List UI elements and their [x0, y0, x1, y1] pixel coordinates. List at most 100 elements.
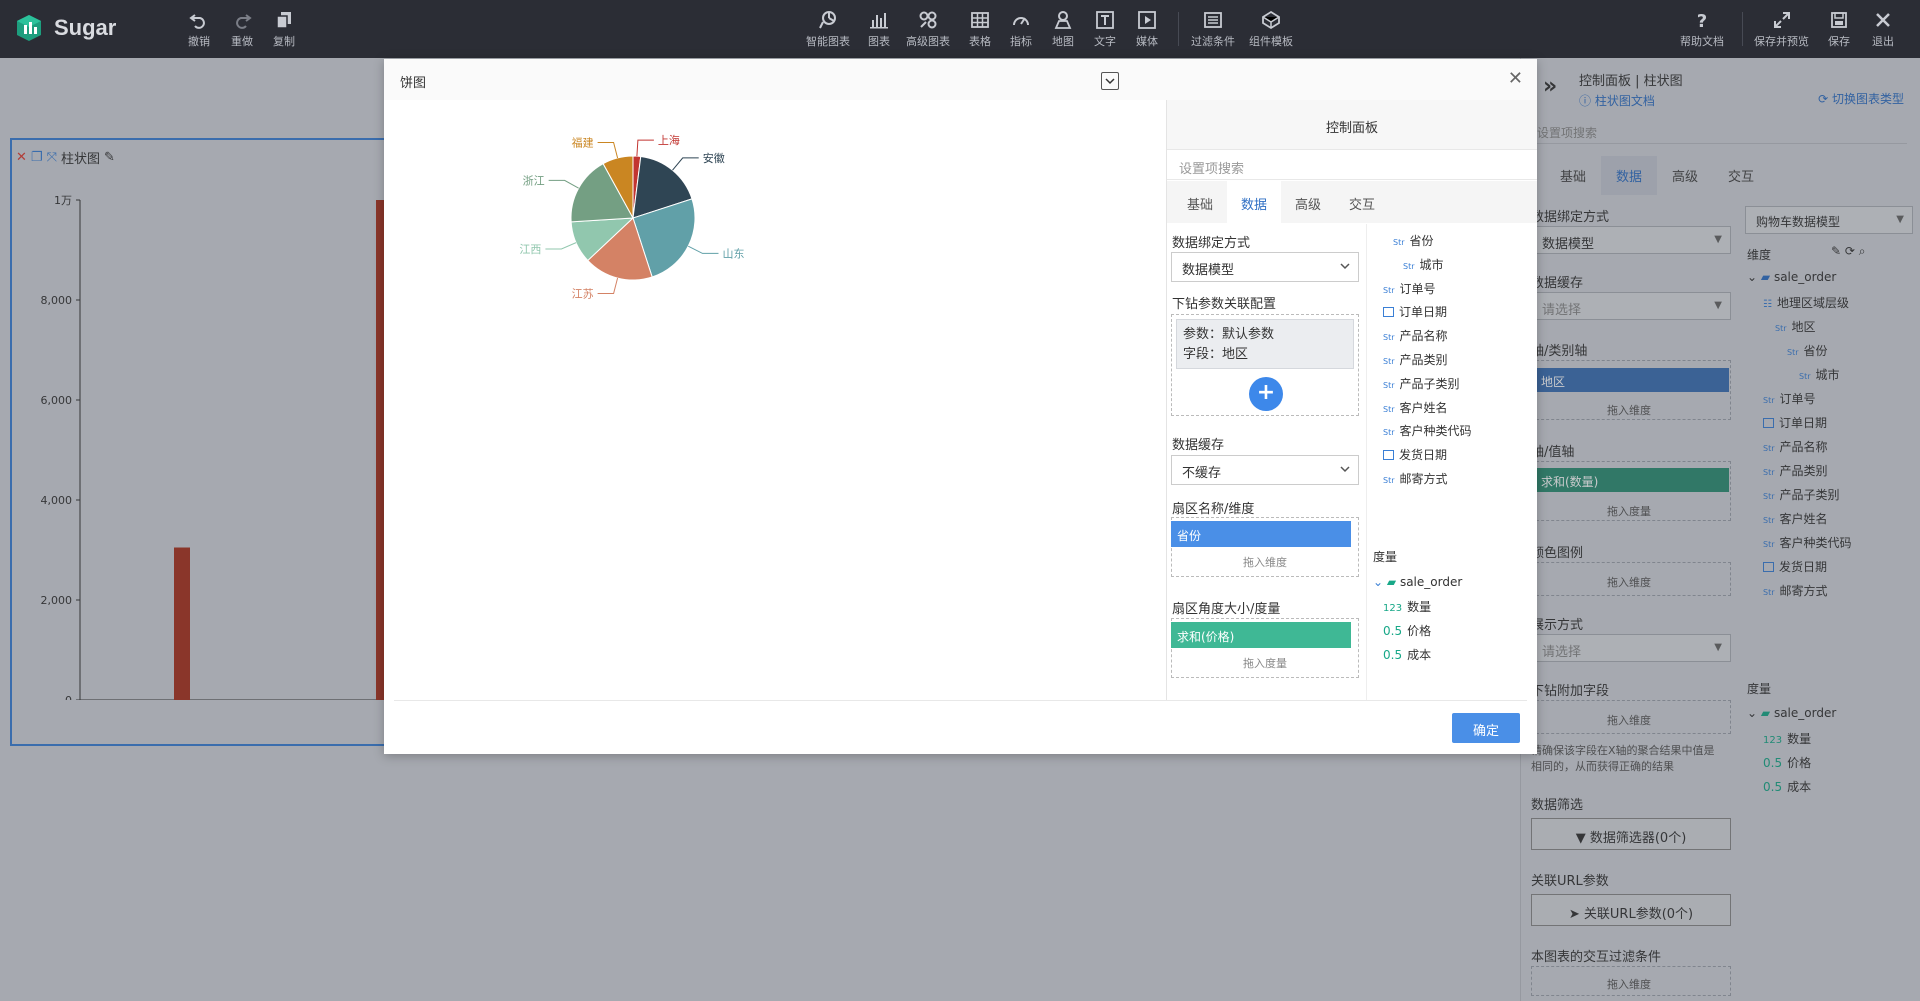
field-item[interactable]: 订单日期 [1383, 303, 1447, 320]
drill-config-box: 参数：默认参数 字段：地区 + [1171, 314, 1359, 416]
string-type-icon: Str [1383, 380, 1395, 390]
sector-name-label: 扇区名称/维度 [1172, 502, 1255, 517]
copy-button[interactable]: 复制 [273, 10, 295, 49]
close-icon [1876, 13, 1890, 27]
undo-icon [189, 14, 205, 29]
field-item[interactable]: 发货日期 [1383, 446, 1447, 463]
modal-dropdown-toggle[interactable] [1101, 72, 1119, 90]
string-type-icon: Str [1383, 404, 1395, 414]
measure-group[interactable]: ⌄ ▰ sale_order [1373, 575, 1462, 589]
component-template-button[interactable]: 组件模板 [1249, 10, 1293, 49]
tab-data[interactable]: 数据 [1227, 181, 1282, 223]
filter-icon [1204, 12, 1222, 28]
field-item[interactable]: Str 城市 [1403, 256, 1444, 273]
modal-header: 饼图 ✕ [384, 59, 1537, 100]
field-item[interactable]: Str 客户姓名 [1383, 399, 1448, 416]
tab-interaction[interactable]: 交互 [1335, 181, 1389, 223]
pie-label-line [672, 157, 699, 171]
app-logo: Sugar [14, 13, 116, 43]
modal-title: 饼图 [400, 76, 427, 91]
pie-chart-svg: 上海安徽山东江苏 江西 浙江 福建 [519, 133, 744, 301]
map-pin-icon [1054, 11, 1072, 29]
tab-advanced[interactable]: 高级 [1281, 181, 1335, 223]
drill-field-text: 字段：地区 [1183, 347, 1249, 362]
bar-chart-icon [870, 13, 888, 29]
filter-condition-button[interactable]: 过滤条件 [1191, 10, 1235, 49]
pie-label: 江苏 [572, 288, 594, 301]
redo-button[interactable]: 重做 [231, 10, 253, 49]
modal-control-panel: 控制面板 设置项搜索 基础 数据 高级 交互 数据绑定方式 数据模型 下钻参数关… [1166, 100, 1537, 700]
drill-param-item[interactable]: 参数：默认参数 字段：地区 [1176, 319, 1354, 369]
field-item[interactable]: Str 省份 [1393, 232, 1434, 249]
pie-label: 上海 [658, 133, 680, 147]
pie-label: 安徽 [703, 151, 725, 165]
string-type-icon: Str [1383, 333, 1395, 343]
sector-name-pill[interactable]: 省份 [1171, 521, 1351, 547]
field-label: 省份 [1409, 234, 1434, 248]
measure-label: 成本 [1407, 648, 1432, 662]
calendar-icon [1383, 307, 1394, 318]
folder-open-icon: ▰ [1386, 575, 1397, 589]
cube-icon [1262, 10, 1280, 30]
map-button[interactable]: 地图 [1052, 10, 1074, 49]
text-button[interactable]: 文字 [1094, 10, 1116, 49]
pie-label: 山东 [722, 247, 744, 260]
modal-footer-divider [394, 700, 1527, 701]
add-drill-param-button[interactable]: + [1249, 377, 1283, 411]
exit-button[interactable]: 退出 [1872, 10, 1894, 49]
settings-search-input[interactable]: 设置项搜索 [1167, 150, 1537, 180]
sector-angle-pill[interactable]: 求和(价格) [1171, 622, 1351, 648]
sugar-logo-icon [17, 15, 41, 41]
field-label: 客户姓名 [1399, 400, 1448, 415]
confirm-button[interactable]: 确定 [1452, 713, 1520, 743]
top-toolbar: Sugar 撤销 重做 复制 智能图表 图表 高级图表 表格 指标 地图 文字 [0, 0, 1920, 58]
field-label: 发货日期 [1399, 448, 1448, 463]
chart-button[interactable]: 图表 [868, 10, 890, 49]
bind-method-select[interactable]: 数据模型 [1171, 252, 1359, 282]
table-icon [971, 12, 989, 28]
indicator-button[interactable]: 指标 [1010, 10, 1032, 49]
sector-angle-label: 扇区角度大小/度量 [1172, 602, 1281, 617]
field-label: 产品名称 [1399, 329, 1448, 344]
pie-label-line [688, 245, 719, 254]
toolbar-divider [1178, 12, 1179, 46]
modal-close-icon[interactable]: ✕ [1508, 70, 1523, 88]
string-type-icon: Str [1383, 428, 1395, 438]
measure-item[interactable]: 0.5 价格 [1383, 622, 1431, 639]
field-item[interactable]: Str 订单号 [1383, 280, 1436, 297]
pie-label-line [597, 141, 619, 159]
drop-dim-hint: 拖入维度 [1243, 556, 1287, 569]
expand-icon [1773, 12, 1790, 28]
chevron-down-icon [1105, 78, 1115, 85]
undo-button[interactable]: 撤销 [188, 10, 210, 49]
save-button[interactable]: 保存 [1828, 10, 1850, 49]
media-button[interactable]: 媒体 [1136, 10, 1158, 49]
pie-label-line [597, 277, 619, 295]
field-item[interactable]: Str 产品类别 [1383, 351, 1448, 368]
field-label: 订单号 [1399, 281, 1436, 296]
field-label: 订单日期 [1399, 305, 1448, 320]
field-item[interactable]: Str 客户种类代码 [1383, 422, 1472, 439]
table-button[interactable]: 表格 [969, 10, 991, 49]
field-item[interactable]: Str 邮寄方式 [1383, 470, 1448, 487]
chevron-down-icon: ⌄ [1373, 575, 1384, 589]
field-label: 城市 [1419, 257, 1444, 272]
field-label: 邮寄方式 [1399, 472, 1448, 486]
string-type-icon: Str [1383, 357, 1395, 366]
string-type-icon: Str [1383, 476, 1395, 485]
text-icon [1096, 11, 1114, 29]
cache-select[interactable]: 不缓存 [1171, 455, 1359, 485]
tab-basic[interactable]: 基础 [1173, 181, 1227, 223]
measure-item[interactable]: 0.5 成本 [1383, 646, 1431, 663]
save-preview-button[interactable]: 保存并预览 [1754, 10, 1809, 49]
pie-label: 浙江 [523, 174, 545, 187]
measure-item[interactable]: 123 数量 [1383, 598, 1431, 615]
help-doc-button[interactable]: ? 帮助文档 [1680, 10, 1724, 49]
field-item[interactable]: Str 产品名称 [1383, 327, 1448, 344]
pie-label-line [636, 139, 654, 157]
control-settings-column: 数据绑定方式 数据模型 下钻参数关联配置 参数：默认参数 字段：地区 + 数据缓… [1167, 224, 1367, 700]
advanced-chart-button[interactable]: 高级图表 [906, 10, 950, 49]
control-panel-title: 控制面板 [1167, 100, 1537, 150]
field-item[interactable]: Str 产品子类别 [1383, 375, 1460, 392]
smart-chart-button[interactable]: 智能图表 [806, 10, 850, 49]
